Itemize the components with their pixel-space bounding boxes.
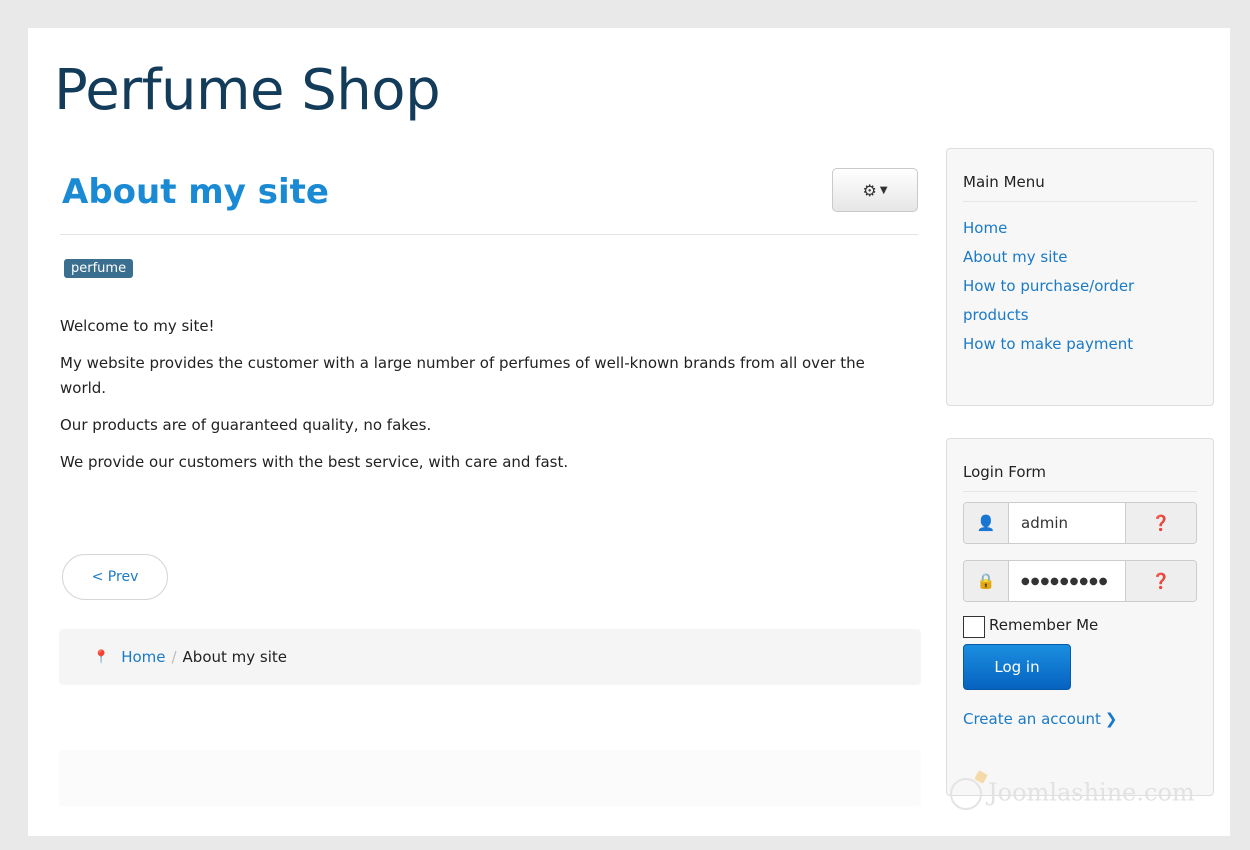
joomlashine-logo-icon [950, 778, 982, 810]
footer-bar [59, 750, 921, 806]
caret-down-icon: ▼ [879, 184, 888, 196]
chevron-right-icon: ❯ [1104, 710, 1118, 728]
question-icon[interactable]: ❓ [1125, 503, 1196, 543]
paragraph: Welcome to my site! [60, 317, 215, 335]
question-icon[interactable]: ❓ [1125, 561, 1196, 601]
remember-me-label: Remember Me [989, 616, 1099, 634]
password-input[interactable]: ●●●●●●●●● [1009, 561, 1125, 601]
menu-item-how-to-pay[interactable]: How to make payment [963, 330, 1197, 359]
menu-item-home[interactable]: Home [963, 214, 1197, 243]
site-title[interactable]: Perfume Shop [54, 58, 441, 123]
prev-button[interactable]: < Prev [62, 554, 168, 600]
watermark: Joomlashine.com [950, 778, 1195, 810]
gear-icon: ⚙ [862, 180, 877, 200]
map-pin-icon: 📍 [93, 649, 110, 665]
tag-badge[interactable]: perfume [64, 259, 134, 278]
password-field[interactable]: 🔒 ●●●●●●●●● ❓ [963, 560, 1197, 602]
page: Perfume Shop About my site ⚙ ▼ perfume W… [28, 28, 1230, 836]
menu-item-how-to-purchase[interactable]: How to purchase/order products [963, 272, 1183, 330]
article-title: About my site [62, 172, 329, 212]
login-form-title: Login Form [963, 439, 1197, 492]
breadcrumb-current: About my site [182, 648, 288, 666]
watermark-text: Joomlashine.com [988, 778, 1195, 807]
login-form-module: Login Form 👤 admin ❓ 🔒 ●●●●●●●●● ❓ Remem… [946, 438, 1214, 796]
divider [60, 234, 918, 235]
username-field[interactable]: 👤 admin ❓ [963, 502, 1197, 544]
main-menu-title: Main Menu [963, 149, 1197, 202]
login-button[interactable]: Log in [963, 644, 1071, 690]
user-icon: 👤 [964, 503, 1009, 543]
remember-me-checkbox[interactable] [963, 616, 985, 638]
paragraph: Our products are of guaranteed quality, … [60, 416, 432, 434]
create-account-link[interactable]: Create an account ❯ [963, 710, 1197, 728]
menu-item-about[interactable]: About my site [963, 243, 1197, 272]
create-account-label: Create an account [963, 710, 1101, 728]
article-body: Welcome to my site! My website provides … [60, 314, 910, 487]
breadcrumb-home-link[interactable]: Home [121, 648, 165, 666]
username-input[interactable]: admin [1009, 503, 1125, 543]
lock-icon: 🔒 [964, 561, 1009, 601]
main-menu-module: Main Menu Home About my site How to purc… [946, 148, 1214, 406]
article-options-button[interactable]: ⚙ ▼ [832, 168, 918, 212]
paragraph: We provide our customers with the best s… [60, 453, 569, 471]
breadcrumb-separator: / [171, 648, 177, 666]
main-menu-list: Home About my site How to purchase/order… [947, 202, 1213, 359]
breadcrumb: 📍 Home / About my site [59, 629, 921, 685]
paragraph: My website provides the customer with a … [60, 354, 865, 397]
remember-me-row: Remember Me [963, 612, 1197, 638]
